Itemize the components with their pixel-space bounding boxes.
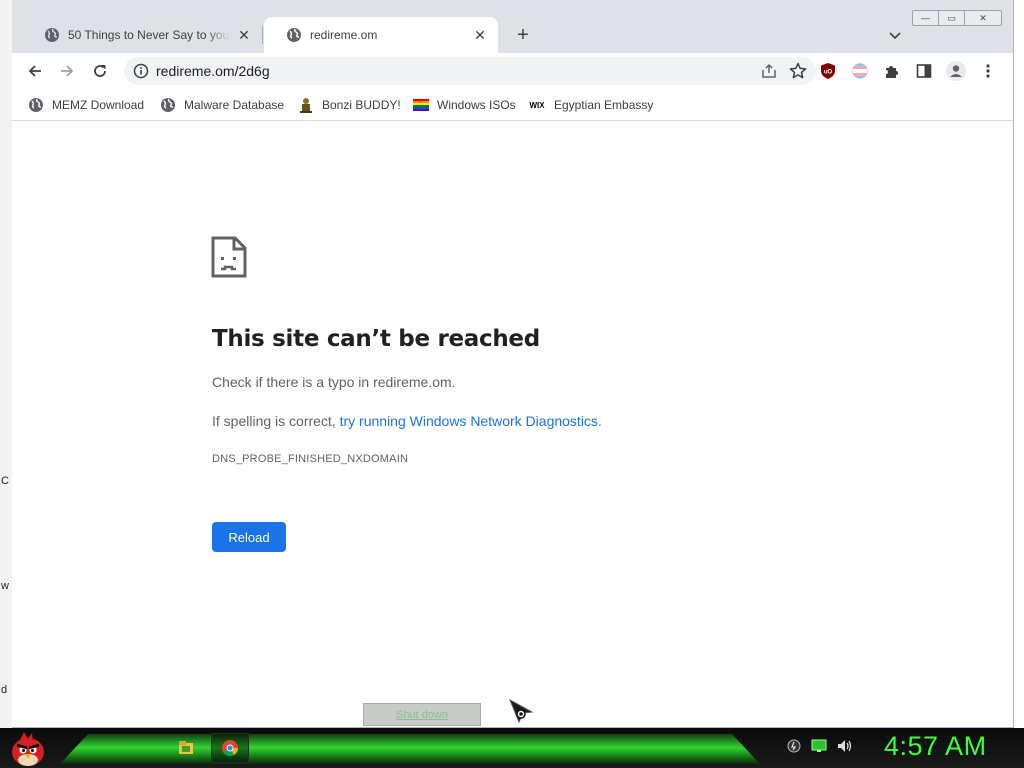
tab-search-icon[interactable] (886, 26, 904, 44)
start-button-bird-icon[interactable] (8, 730, 48, 768)
url-text[interactable]: redireme.om/2d6g (156, 63, 270, 79)
security-icon[interactable] (786, 738, 802, 754)
profile-icon (946, 61, 966, 81)
info-icon[interactable] (132, 62, 150, 80)
desktop-icon-label[interactable]: C (1, 475, 9, 487)
reload-icon (94, 65, 106, 77)
bookmark-windows-isos[interactable]: Windows ISOs (413, 95, 516, 115)
globe-icon (29, 98, 43, 112)
taskbar-clock[interactable]: 4:57 AM (884, 731, 987, 762)
taskbar-glow (60, 734, 760, 764)
error-suggestion: If spelling is correct, try running Wind… (212, 413, 602, 429)
error-title: This site can’t be reached (212, 326, 540, 352)
close-icon[interactable]: ✕ (236, 27, 252, 43)
desktop-icon-label[interactable]: w (1, 580, 9, 592)
volume-icon[interactable] (836, 738, 854, 754)
tab-strip: 50 Things to Never Say to your C ✕ redir… (12, 0, 1013, 53)
tab-separator (262, 26, 263, 44)
bonzi-icon (300, 98, 312, 113)
extensions-icon (886, 66, 898, 78)
bookmark-bonzi-buddy[interactable]: Bonzi BUDDY! (298, 95, 401, 115)
tab-title: 50 Things to Never Say to your C (68, 28, 230, 42)
flag-extension-button[interactable] (847, 58, 873, 84)
network-icon[interactable] (810, 738, 828, 754)
menu-button[interactable] (975, 58, 1001, 84)
bookmark-label: Windows ISOs (437, 98, 516, 112)
window-controls: — ▭ ✕ (912, 10, 1002, 26)
ublock-icon: uO (821, 63, 835, 79)
back-icon (28, 65, 41, 77)
share-icon[interactable] (760, 62, 778, 80)
new-tab-button[interactable]: + (512, 24, 534, 46)
bookmarks-bar: MEMZ Download Malware Database Bonzi BUD… (12, 89, 1013, 121)
bookmark-label: Malware Database (184, 98, 285, 112)
suggestion-suffix: . (597, 413, 602, 429)
bookmark-label: MEMZ Download (52, 98, 145, 112)
extensions-button[interactable] (879, 58, 905, 84)
flag-extension-icon (852, 63, 868, 79)
chrome-icon (222, 740, 238, 756)
side-panel-icon (916, 64, 932, 78)
minimize-button[interactable]: — (913, 11, 939, 25)
system-tray (786, 738, 854, 754)
tab-title: redireme.om (310, 28, 378, 42)
taskbar-file-manager[interactable] (167, 733, 205, 763)
bookmark-egyptian-embassy[interactable]: WIX Egyptian Embassy (528, 95, 653, 115)
bookmark-label: Bonzi BUDDY! (322, 98, 401, 112)
taskbar: 4:57 AM (0, 728, 1024, 768)
reload-button[interactable]: Reload (212, 522, 286, 552)
back-button[interactable] (22, 58, 48, 84)
ublock-extension-button[interactable]: uO (815, 58, 841, 84)
forward-button[interactable] (54, 58, 80, 84)
reload-button[interactable] (87, 58, 113, 84)
close-window-button[interactable]: ✕ (965, 11, 1001, 25)
bookmark-malware-database[interactable]: Malware Database (160, 95, 284, 115)
desktop-background: C w d (0, 0, 12, 730)
bookmark-memz[interactable]: MEMZ Download (28, 95, 144, 115)
error-description: Check if there is a typo in redireme.om. (212, 374, 456, 390)
taskbar-chrome[interactable] (211, 733, 249, 763)
svg-text:uO: uO (824, 70, 833, 76)
profile-button[interactable] (943, 58, 969, 84)
tab-active[interactable]: redireme.om ✕ (264, 17, 498, 53)
maximize-button[interactable]: ▭ (939, 11, 965, 25)
globe-icon (161, 98, 175, 112)
error-code: DNS_PROBE_FINISHED_NXDOMAIN (212, 453, 409, 465)
globe-icon (287, 28, 301, 42)
browser-toolbar: redireme.om/2d6g uO (12, 53, 1013, 89)
shutdown-button[interactable]: Shut down (363, 703, 481, 726)
desktop-icon-label[interactable]: d (1, 684, 7, 696)
address-bar[interactable]: redireme.om/2d6g (124, 57, 816, 85)
network-diagnostics-link[interactable]: try running Windows Network Diagnostics (340, 413, 598, 429)
globe-icon (45, 28, 59, 42)
menu-icon (986, 64, 990, 78)
bookmark-label: Egyptian Embassy (554, 98, 654, 112)
side-panel-button[interactable] (911, 58, 937, 84)
forward-icon (61, 65, 74, 77)
mouse-cursor-icon (509, 698, 534, 724)
suggestion-prefix: If spelling is correct, (212, 413, 340, 429)
wix-icon: WIX (529, 100, 545, 110)
rainbow-flag-icon (413, 99, 429, 111)
browser-window: 50 Things to Never Say to your C ✕ redir… (12, 0, 1014, 728)
file-manager-icon (179, 741, 193, 754)
star-icon[interactable] (788, 61, 808, 81)
close-icon[interactable]: ✕ (472, 27, 488, 43)
sad-page-icon (211, 236, 247, 278)
tab-inactive[interactable]: 50 Things to Never Say to your C ✕ (22, 17, 262, 53)
